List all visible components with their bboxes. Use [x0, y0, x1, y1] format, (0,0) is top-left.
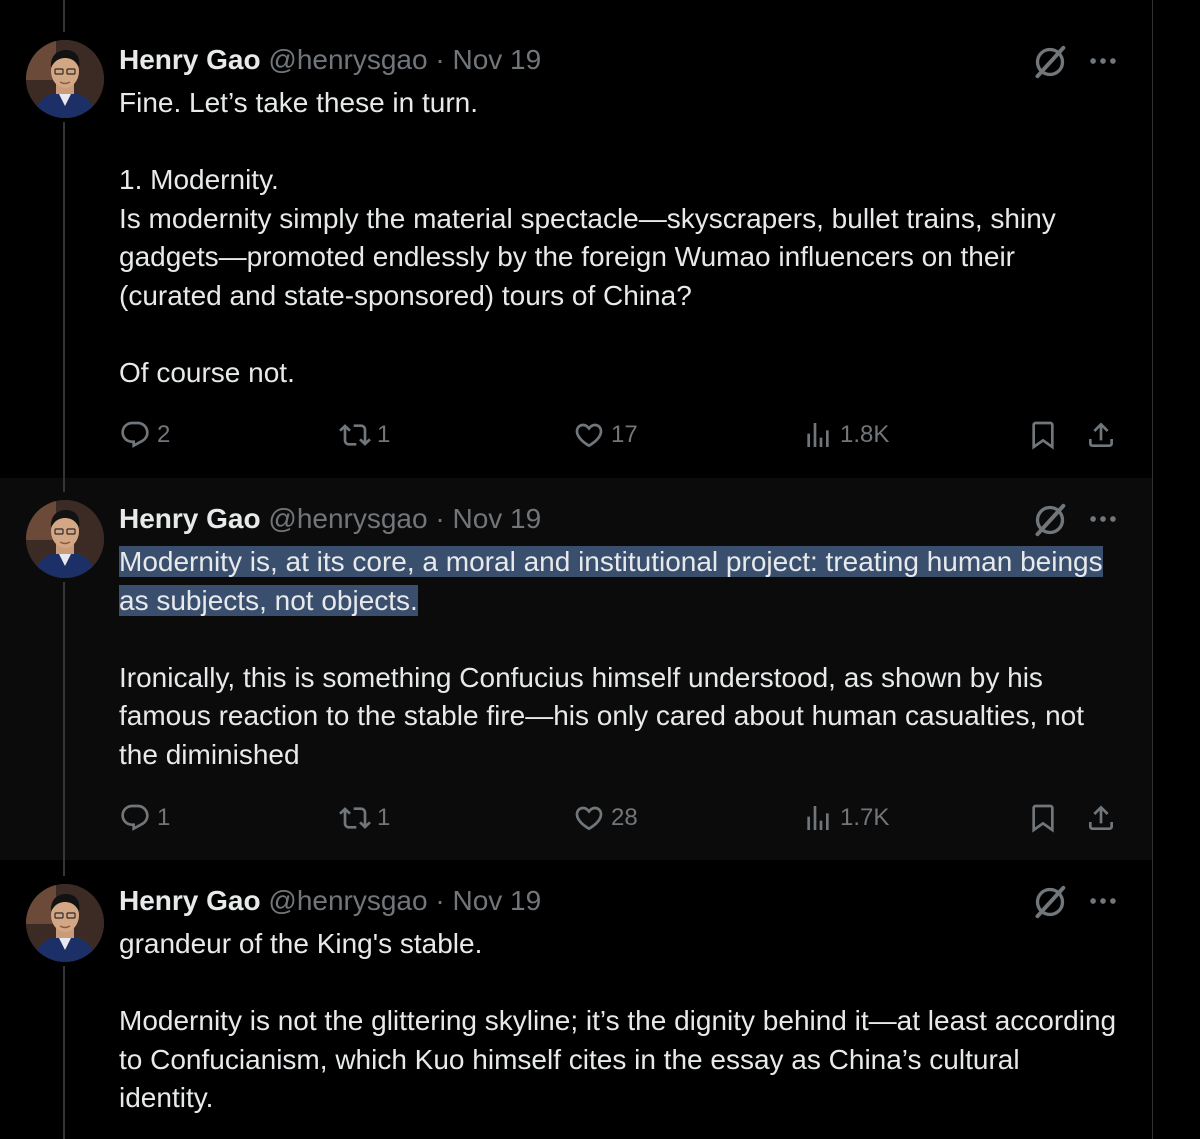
- reply-icon: [119, 419, 151, 451]
- action-bar: 1 1 28 1.7K: [119, 798, 1129, 838]
- selected-text: Modernity is, at its core, a moral and i…: [119, 546, 1103, 616]
- column-border: [1152, 0, 1153, 1139]
- avatar[interactable]: [26, 40, 104, 118]
- heart-icon: [573, 802, 605, 834]
- repost-icon: [339, 802, 371, 834]
- tweet-paragraph: [119, 123, 1119, 162]
- tweet-2[interactable]: Henry Gao @henrysgao · Nov 19 Modernity …: [0, 478, 1152, 860]
- tweet-paragraph: Modernity is, at its core, a moral and i…: [119, 543, 1119, 620]
- tweet-date[interactable]: Nov 19: [452, 44, 541, 75]
- grok-icon[interactable]: [1030, 42, 1070, 82]
- thread-line: [63, 582, 65, 860]
- share-icon: [1085, 419, 1117, 451]
- tweet-header: Henry Gao @henrysgao · Nov 19: [119, 884, 541, 918]
- more-icon[interactable]: [1086, 502, 1120, 536]
- separator-dot: ·: [435, 503, 445, 534]
- like-count: 28: [611, 804, 638, 831]
- repost-button[interactable]: 1: [339, 415, 390, 455]
- tweet-paragraph: Modernity is not the glittering skyline;…: [119, 1005, 1117, 1113]
- views-icon: [802, 419, 834, 451]
- tweet-date[interactable]: Nov 19: [452, 885, 541, 916]
- bookmark-button[interactable]: [1027, 415, 1059, 455]
- thread-line: [63, 0, 65, 32]
- separator-dot: ·: [435, 885, 445, 916]
- bookmark-button[interactable]: [1027, 798, 1059, 838]
- tweet-paragraph: Ironically, this is something Confucius …: [119, 661, 1084, 770]
- action-bar: 2 1 17 1.8K: [119, 415, 1129, 455]
- more-icon[interactable]: [1086, 44, 1120, 78]
- reply-count: 2: [157, 421, 171, 448]
- share-button[interactable]: [1085, 415, 1117, 455]
- views-button[interactable]: 1.8K: [802, 415, 889, 455]
- bookmark-icon: [1027, 802, 1059, 834]
- tweet-header: Henry Gao @henrysgao · Nov 19: [119, 43, 541, 77]
- tweet-header: Henry Gao @henrysgao · Nov 19: [119, 502, 541, 536]
- thread-line: [63, 966, 65, 1139]
- tweet-text: Fine. Let’s take these in turn. 1. Moder…: [119, 84, 1119, 392]
- author-handle[interactable]: @henrysgao: [268, 503, 427, 534]
- bookmark-icon: [1027, 419, 1059, 451]
- more-icon[interactable]: [1086, 884, 1120, 918]
- author-handle[interactable]: @henrysgao: [268, 885, 427, 916]
- tweet-paragraph: Is modernity simply the material spectac…: [119, 202, 1056, 311]
- tweet-text: Modernity is, at its core, a moral and i…: [119, 543, 1119, 774]
- author-name[interactable]: Henry Gao: [119, 44, 261, 75]
- share-icon: [1085, 802, 1117, 834]
- tweet-paragraph: Fine. Let’s take these in turn.: [119, 87, 479, 118]
- tweet-1[interactable]: Henry Gao @henrysgao · Nov 19 Fine. Let’…: [0, 0, 1152, 478]
- repost-count: 1: [377, 421, 391, 448]
- tweet-paragraph: [119, 964, 1119, 1003]
- views-button[interactable]: 1.7K: [802, 798, 889, 838]
- tweet-date[interactable]: Nov 19: [452, 503, 541, 534]
- tweet-paragraph: [119, 620, 1119, 659]
- reply-button[interactable]: 1: [119, 798, 170, 838]
- views-icon: [802, 802, 834, 834]
- views-count: 1.8K: [840, 421, 890, 448]
- views-count: 1.7K: [840, 804, 890, 831]
- thread-line: [63, 122, 65, 478]
- tweet-paragraph: Of course not.: [119, 356, 295, 388]
- like-button[interactable]: 17: [573, 415, 638, 455]
- author-name[interactable]: Henry Gao: [119, 885, 261, 916]
- reply-icon: [119, 802, 151, 834]
- tweet-text: grandeur of the King's stable. Modernity…: [119, 925, 1119, 1118]
- thread-line: [63, 860, 65, 876]
- tweet-paragraph: grandeur of the King's stable.: [119, 928, 483, 959]
- grok-icon[interactable]: [1030, 882, 1070, 922]
- heart-icon: [573, 419, 605, 451]
- author-handle[interactable]: @henrysgao: [268, 44, 427, 75]
- repost-count: 1: [377, 804, 391, 831]
- share-button[interactable]: [1085, 798, 1117, 838]
- author-name[interactable]: Henry Gao: [119, 503, 261, 534]
- like-count: 17: [611, 421, 638, 448]
- tweet-paragraph: [119, 315, 1119, 354]
- avatar[interactable]: [26, 500, 104, 578]
- reply-button[interactable]: 2: [119, 415, 170, 455]
- repost-icon: [339, 419, 371, 451]
- repost-button[interactable]: 1: [339, 798, 390, 838]
- reply-count: 1: [157, 804, 171, 831]
- tweet-3[interactable]: Henry Gao @henrysgao · Nov 19 grandeur o…: [0, 860, 1152, 1139]
- like-button[interactable]: 28: [573, 798, 638, 838]
- tweet-paragraph: 1. Modernity.: [119, 164, 279, 195]
- thread-line: [63, 478, 65, 492]
- grok-icon[interactable]: [1030, 500, 1070, 540]
- avatar[interactable]: [26, 884, 104, 962]
- separator-dot: ·: [435, 44, 445, 75]
